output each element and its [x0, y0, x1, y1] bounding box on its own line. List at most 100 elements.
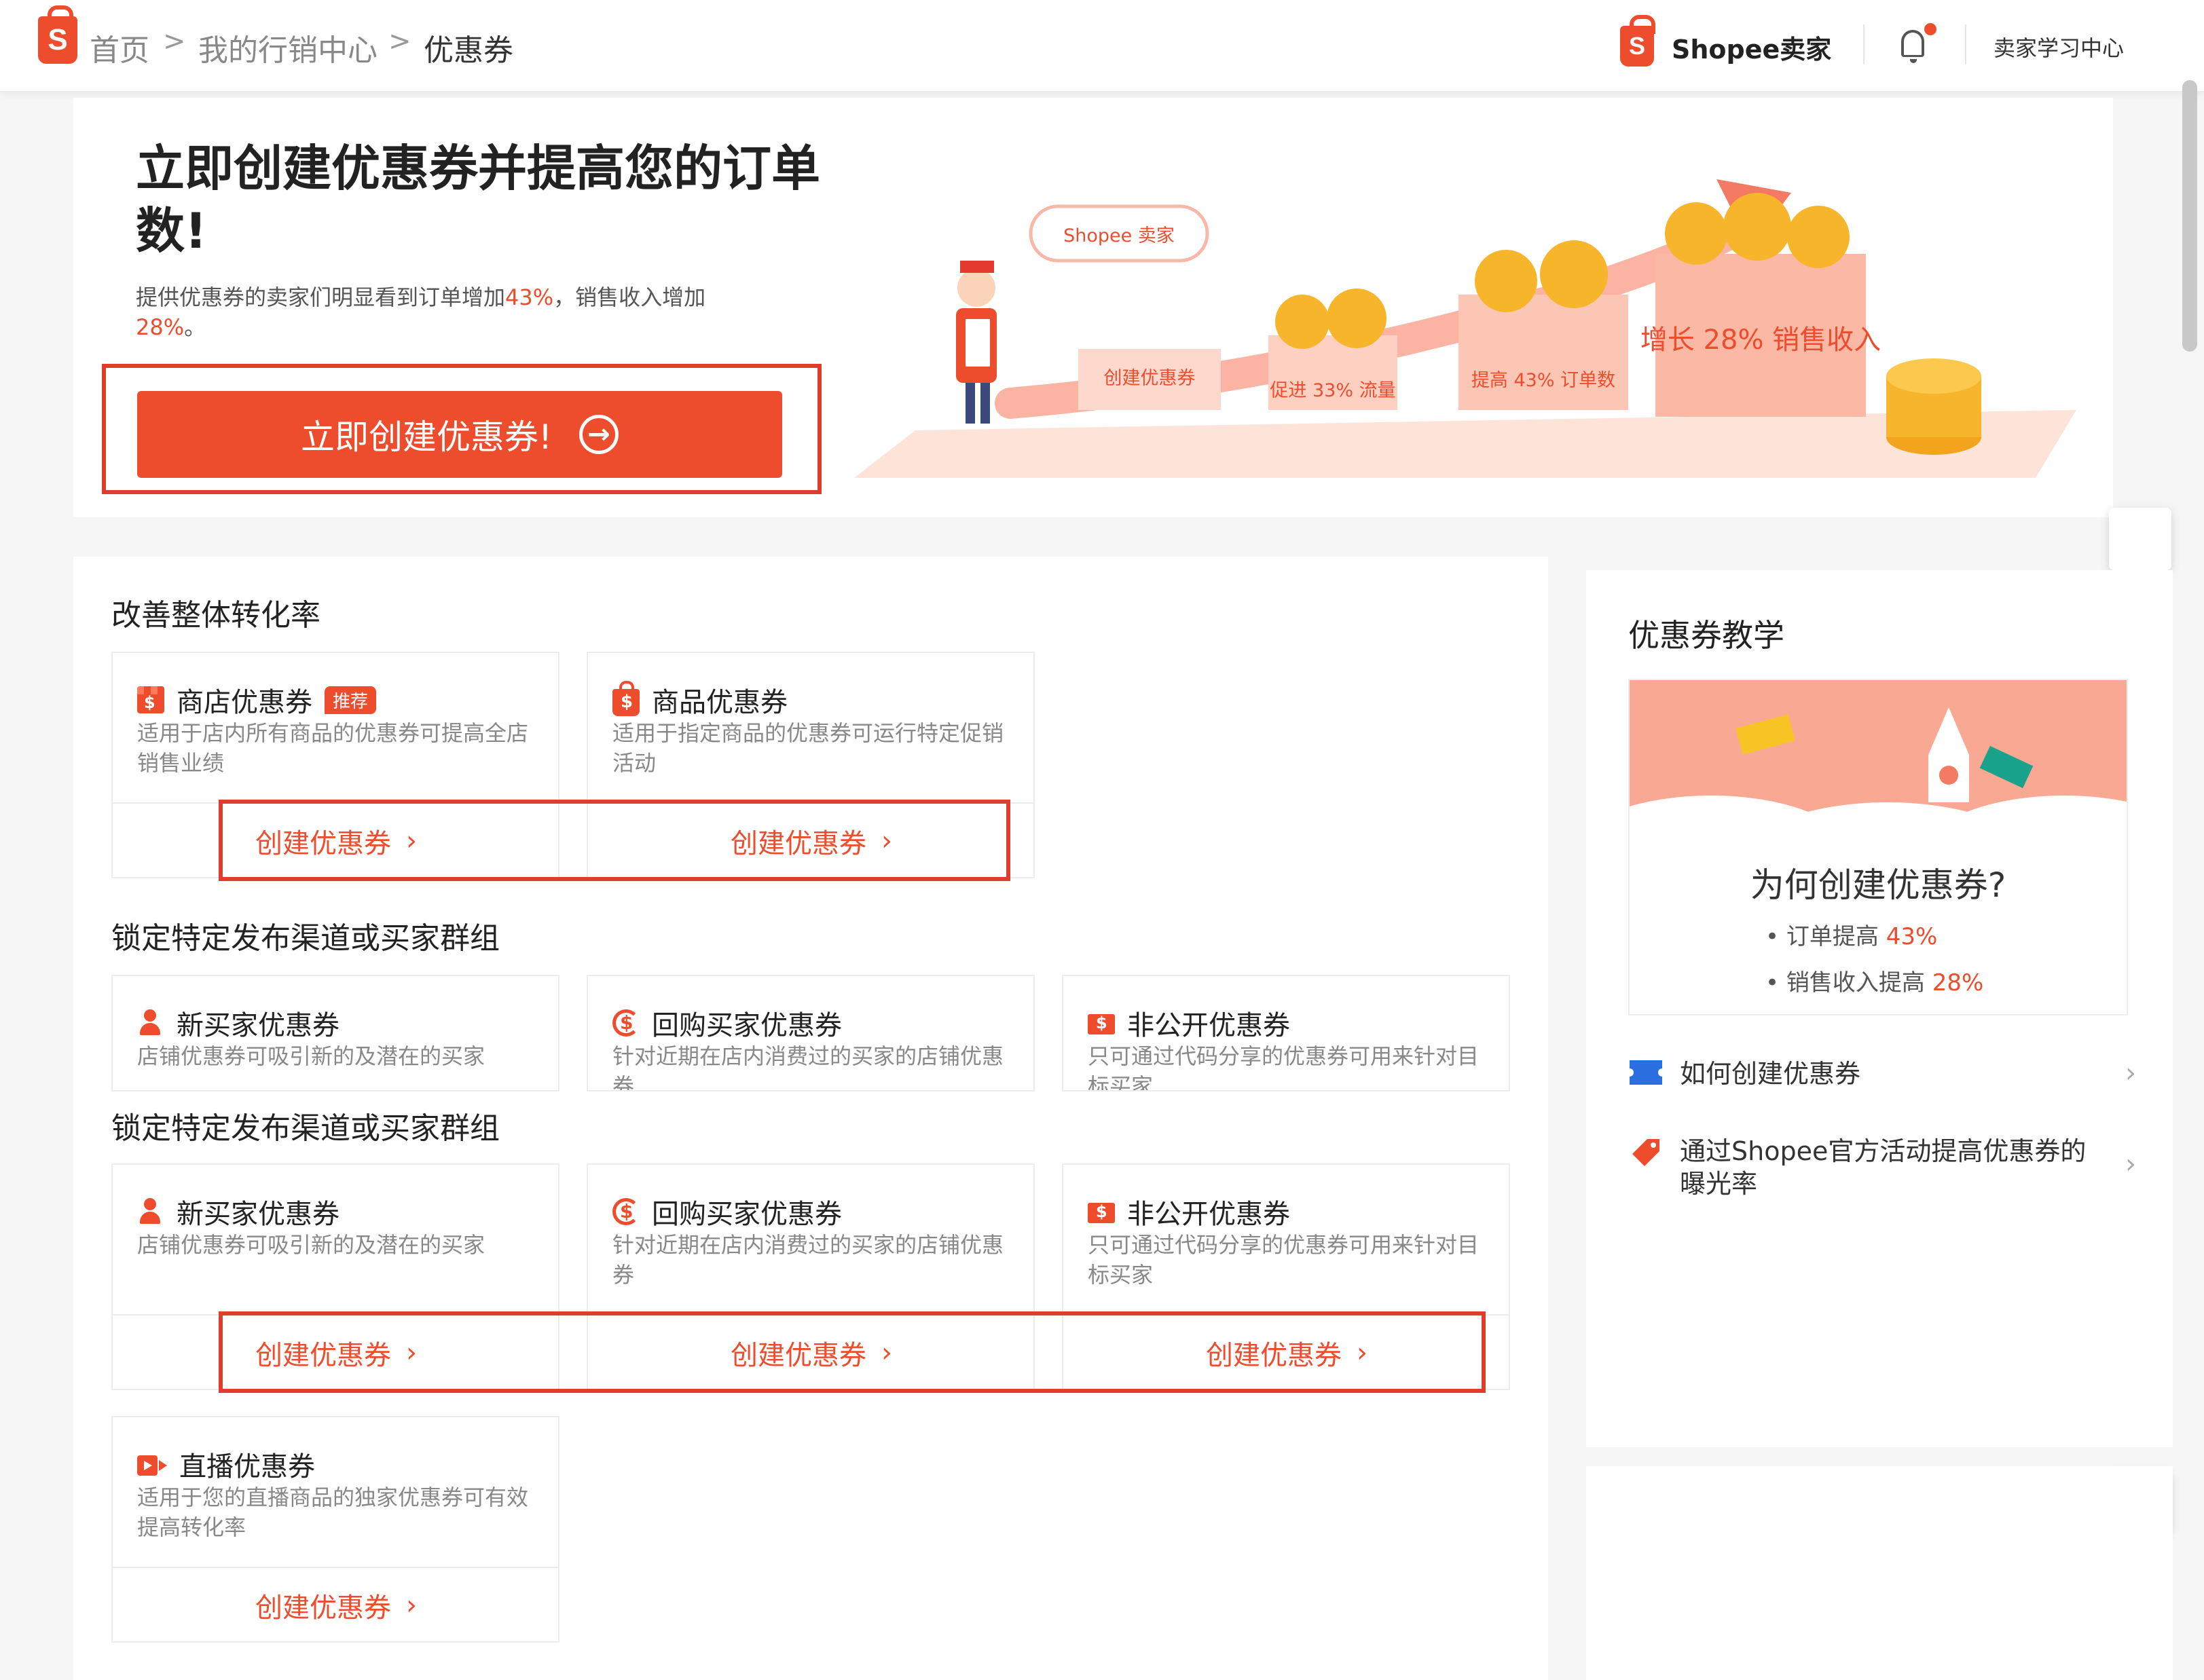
live-voucher-icon [137, 1455, 167, 1476]
scrollbar-thumb[interactable] [2182, 80, 2197, 352]
voucher-card-head: 非公开优惠券 [1088, 1192, 1290, 1231]
new-buyer-icon [137, 1198, 164, 1225]
benefit-value: 43% [1886, 923, 1938, 950]
voucher-card-head: 新买家优惠券 [137, 1003, 339, 1043]
voucher-description: 针对近期在店内消费过的买家的店铺优惠券 [612, 1232, 1004, 1288]
benefit-value: 28% [1932, 969, 1984, 996]
voucher-name: 回购买家优惠券 [652, 1010, 842, 1041]
seller-center-label[interactable]: Shopee卖家 [1672, 29, 1831, 66]
voucher-card-footer: 创建优惠券 › [113, 1567, 558, 1641]
voucher-name: 非公开优惠券 [1127, 1010, 1290, 1041]
order-increase-pct: 43% [505, 284, 554, 310]
voucher-description: 适用于店内所有商品的优惠券可提高全店销售业绩 [137, 720, 529, 776]
benefit-revenue: • 销售收入提高 28% [1765, 964, 1983, 997]
voucher-name: 商店优惠券 [177, 687, 312, 718]
official-campaign-link[interactable]: 通过Shopee官方活动提高优惠券的曝光率 › [1628, 1135, 2136, 1200]
voucher-name: 直播优惠券 [179, 1451, 315, 1482]
repeat-buyer-icon [612, 1009, 640, 1037]
how-to-create-voucher-link[interactable]: 如何创建优惠券 › [1628, 1058, 2136, 1090]
voucher-card-head: 商品优惠券 [612, 680, 788, 720]
illustration-step-4: 增长 28% 销售收入 [1640, 324, 1881, 356]
chevron-right-icon: › [2125, 1149, 2136, 1180]
illustration-bubble-text: Shopee 卖家 [1063, 225, 1175, 246]
breadcrumb-separator: > [163, 26, 186, 57]
voucher-description: 只可通过代码分享的优惠券可用来针对目标买家 [1088, 1232, 1480, 1288]
benefit-order: • 订单提高 43% [1765, 918, 1937, 951]
voucher-description: 针对近期在店内消费过的买家的店铺优惠券 [612, 1043, 1004, 1091]
create-voucher-now-label: 立即创建优惠券! [300, 417, 553, 457]
private-voucher-icon [1088, 1013, 1115, 1034]
breadcrumb-current: 优惠券 [424, 33, 513, 68]
breadcrumb-home[interactable]: 首页 [90, 26, 149, 69]
seller-learning-center-link[interactable]: 卖家学习中心 [1994, 31, 2124, 62]
hero-subtitle-text: ，销售收入增加 [553, 284, 706, 310]
voucher-description: 适用于指定商品的优惠券可运行特定促销活动 [612, 720, 1004, 776]
voucher-tutorial-panel: 优惠券教学 为何创建优惠券? • 订单提高 43% • 销售收入提高 28% 如… [1586, 570, 2173, 1447]
why-create-voucher-title: 为何创建优惠券? [1750, 865, 2006, 905]
chevron-right-icon: › [2125, 1058, 2136, 1089]
create-voucher-link[interactable]: 创建优惠券 › [255, 1568, 417, 1643]
tutorial-link-label: 通过Shopee官方活动提高优惠券的曝光率 [1680, 1136, 2087, 1199]
highlight-box [219, 800, 1010, 881]
voucher-card-head: 新买家优惠券 [137, 1192, 339, 1231]
voucher-name: 新买家优惠券 [177, 1199, 339, 1230]
bullet: • [1765, 923, 1780, 950]
bullet: • [1765, 969, 1780, 996]
tutorial-link-label: 如何创建优惠券 [1680, 1059, 1861, 1089]
voucher-description: 店铺优惠券可吸引新的及潜在的买家 [137, 1232, 485, 1258]
breadcrumb-separator: > [388, 26, 411, 57]
voucher-card-head: 回购买家优惠券 [612, 1192, 842, 1231]
divider [1863, 24, 1865, 64]
section-title: 改善整体转化率 [111, 598, 320, 633]
voucher-name: 回购买家优惠券 [652, 1199, 842, 1230]
breadcrumb-marketing-center[interactable]: 我的行销中心 [198, 26, 378, 69]
benefit-label: 销售收入提高 [1786, 969, 1925, 996]
hero-banner: 立即创建优惠券并提高您的订单数! 提供优惠券的卖家们明显看到订单增加43%，销售… [73, 98, 2113, 517]
voucher-description: 适用于您的直播商品的独家优惠券可有效提高转化率 [137, 1485, 529, 1540]
live-voucher-card[interactable]: 直播优惠券 适用于您的直播商品的独家优惠券可有效提高转化率 创建优惠券 › [111, 1416, 559, 1643]
voucher-description: 只可通过代码分享的优惠券可用来针对目标买家 [1088, 1043, 1480, 1091]
sidebar-secondary-card [1586, 1466, 2173, 1680]
create-voucher-now-button[interactable]: 立即创建优惠券! [137, 391, 782, 478]
private-voucher-card[interactable]: 非公开优惠券 只可通过代码分享的优惠券可用来针对目标买家 [1062, 975, 1510, 1091]
notification-dot [1924, 23, 1936, 35]
repeat-buyer-icon [612, 1198, 640, 1225]
chevron-right-icon: › [406, 1590, 417, 1621]
tag-icon [1632, 1139, 1659, 1166]
voucher-card-head: 直播优惠券 [137, 1444, 315, 1484]
rocket-illustration [1630, 680, 2127, 850]
hero-subtitle-text: 。 [184, 314, 206, 340]
voucher-card-head: 非公开优惠券 [1088, 1003, 1290, 1043]
create-voucher-label: 创建优惠券 [255, 1592, 391, 1624]
activity-monitor-icon[interactable] [2109, 508, 2171, 570]
voucher-card-head: 回购买家优惠券 [612, 1003, 842, 1043]
illustration-step-3: 提高 43% 订单数 [1471, 370, 1615, 391]
new-buyer-icon [137, 1009, 164, 1037]
voucher-name: 非公开优惠券 [1127, 1199, 1290, 1230]
highlight-box [219, 1311, 1486, 1393]
divider [1965, 24, 1966, 64]
recommended-badge: 推荐 [325, 686, 377, 714]
section-title: 锁定特定发布渠道或买家群组 [111, 1111, 500, 1146]
arrow-right-circle-icon [579, 415, 619, 454]
notification-bell-icon[interactable] [1901, 30, 1924, 63]
shopee-logo-icon[interactable]: S [38, 5, 77, 64]
new-buyer-voucher-card[interactable]: 新买家优惠券 店铺优惠券可吸引新的及潜在的买家 [111, 975, 559, 1091]
voucher-name: 新买家优惠券 [177, 1010, 339, 1041]
voucher-card-head: 商店优惠券 推荐 [137, 680, 377, 720]
repeat-buyer-voucher-card[interactable]: 回购买家优惠券 针对近期在店内消费过的买家的店铺优惠券 [587, 975, 1035, 1091]
shopee-seller-logo-icon[interactable]: S [1620, 15, 1655, 67]
tutorial-title: 优惠券教学 [1628, 617, 1784, 654]
voucher-types-panel: 改善整体转化率 商店优惠券 推荐 适用于店内所有商品的优惠券可提高全店销售业绩 … [73, 557, 1548, 1680]
why-create-voucher-card[interactable]: 为何创建优惠券? • 订单提高 43% • 销售收入提高 28% [1628, 679, 2128, 1015]
illustration-step-1: 创建优惠券 [1104, 368, 1196, 389]
hero-title: 立即创建优惠券并提高您的订单数! [136, 140, 821, 259]
shop-voucher-icon [137, 686, 164, 713]
section-title: 锁定特定发布渠道或买家群组 [111, 921, 500, 956]
top-bar: S 首页 > 我的行销中心 > 优惠券 S Shopee卖家 卖家学习中心 [0, 0, 2204, 92]
ticket-icon [1630, 1060, 1662, 1085]
private-voucher-icon [1088, 1202, 1115, 1223]
hero-subtitle-text: 提供优惠券的卖家们明显看到订单增加 [136, 284, 506, 310]
hero-subtitle: 提供优惠券的卖家们明显看到订单增加43%，销售收入增加 28%。 [136, 282, 747, 342]
growth-illustration: Shopee 卖家 创建优惠券 促进 33% 流量 提高 43% 订单数 增长 … [854, 179, 2076, 478]
